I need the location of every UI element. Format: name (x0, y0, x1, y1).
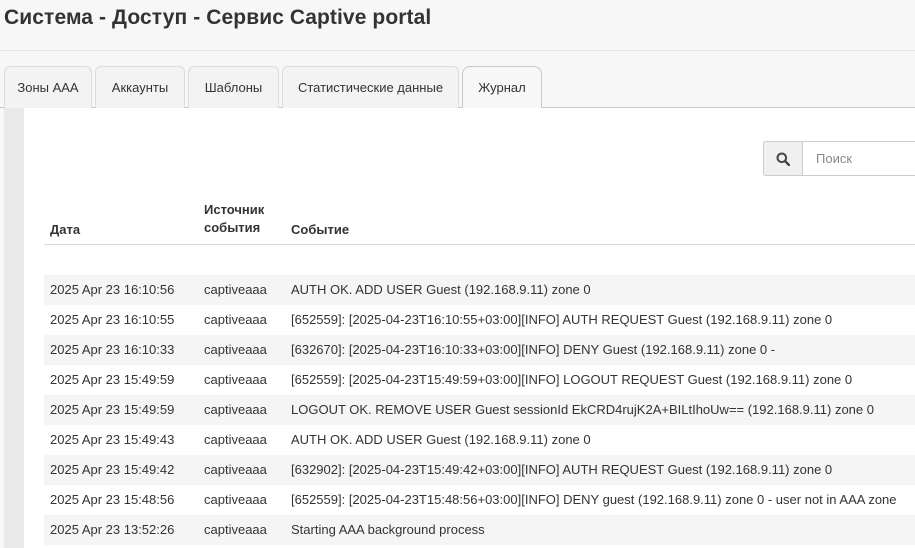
tab-aaa-zones[interactable]: Зоны AAA (4, 66, 92, 108)
tab-templates[interactable]: Шаблоны (188, 66, 279, 108)
content-area: Дата Источник события Событие 2025 Apr 2… (4, 108, 915, 548)
page-header: Система - Доступ - Сервис Captive portal (0, 0, 915, 51)
table-header: Дата Источник события Событие (44, 198, 915, 245)
cell-source: captiveaaa (204, 282, 267, 297)
search-input[interactable] (802, 141, 915, 176)
cell-date: 2025 Apr 23 15:48:56 (50, 492, 175, 507)
table-row: 2025 Apr 23 15:48:56 captiveaaa [652559]… (44, 485, 915, 515)
cell-source: captiveaaa (204, 492, 267, 507)
cell-event: [632902]: [2025-04-23T15:49:42+03:00][IN… (291, 462, 833, 477)
tab-statistics[interactable]: Статистические данные (282, 66, 459, 108)
table-row: 2025 Apr 23 15:49:59 captiveaaa [652559]… (44, 365, 915, 395)
tab-label: Журнал (478, 79, 526, 95)
tab-label: Зоны AAA (17, 80, 79, 95)
table-row: 2025 Apr 23 15:49:59 captiveaaa LOGOUT O… (44, 395, 915, 425)
search-group (763, 141, 915, 176)
page-title: Система - Доступ - Сервис Captive portal (4, 6, 432, 29)
cell-source: captiveaaa (204, 342, 267, 357)
cell-date: 2025 Apr 23 15:49:42 (50, 462, 175, 477)
tab-bar: Зоны AAA Аккаунты Шаблоны Статистические… (0, 66, 915, 108)
cell-event: AUTH OK. ADD USER Guest (192.168.9.11) z… (291, 432, 591, 447)
column-header-date[interactable]: Дата (50, 221, 80, 239)
cell-date: 2025 Apr 23 15:49:59 (50, 402, 175, 417)
tab-label: Статистические данные (297, 80, 444, 95)
tab-label: Шаблоны (204, 80, 263, 95)
cell-source: captiveaaa (204, 312, 267, 327)
cell-source: captiveaaa (204, 432, 267, 447)
table-row: 2025 Apr 23 13:52:26 captiveaaa Starting… (44, 515, 915, 545)
tab-log[interactable]: Журнал (462, 66, 542, 108)
cell-event: [652559]: [2025-04-23T16:10:55+03:00][IN… (291, 312, 833, 327)
cell-event: [652559]: [2025-04-23T15:48:56+03:00][IN… (291, 492, 897, 507)
column-header-event[interactable]: Событие (291, 221, 349, 239)
cell-date: 2025 Apr 23 13:52:26 (50, 522, 175, 537)
cell-date: 2025 Apr 23 16:10:33 (50, 342, 175, 357)
cell-date: 2025 Apr 23 15:49:43 (50, 432, 175, 447)
tab-accounts[interactable]: Аккаунты (95, 66, 185, 108)
cell-event: Starting AAA background process (291, 522, 485, 537)
search-button[interactable] (763, 141, 802, 176)
cell-event: [652559]: [2025-04-23T15:49:59+03:00][IN… (291, 372, 853, 387)
cell-date: 2025 Apr 23 16:10:56 (50, 282, 175, 297)
column-header-source[interactable]: Источник события (204, 201, 284, 237)
cell-event: AUTH OK. ADD USER Guest (192.168.9.11) z… (291, 282, 591, 297)
cell-event: LOGOUT OK. REMOVE USER Guest sessionId E… (291, 402, 874, 417)
table-row: 2025 Apr 23 16:10:56 captiveaaa AUTH OK.… (44, 275, 915, 305)
cell-date: 2025 Apr 23 15:49:59 (50, 372, 175, 387)
cell-source: captiveaaa (204, 462, 267, 477)
search-icon (776, 152, 790, 166)
table-row: 2025 Apr 23 16:10:33 captiveaaa [632670]… (44, 335, 915, 365)
tab-label: Аккаунты (111, 80, 169, 95)
cell-source: captiveaaa (204, 372, 267, 387)
table-row: 2025 Apr 23 15:49:42 captiveaaa [632902]… (44, 455, 915, 485)
log-table-body: 2025 Apr 23 16:10:56 captiveaaa AUTH OK.… (44, 275, 915, 545)
cell-source: captiveaaa (204, 522, 267, 537)
cell-source: captiveaaa (204, 402, 267, 417)
cell-event: [632670]: [2025-04-23T16:10:33+03:00][IN… (291, 342, 776, 357)
table-row: 2025 Apr 23 15:49:43 captiveaaa AUTH OK.… (44, 425, 915, 455)
cell-date: 2025 Apr 23 16:10:55 (50, 312, 175, 327)
table-row: 2025 Apr 23 16:10:55 captiveaaa [652559]… (44, 305, 915, 335)
log-panel: Дата Источник события Событие 2025 Apr 2… (24, 108, 915, 548)
